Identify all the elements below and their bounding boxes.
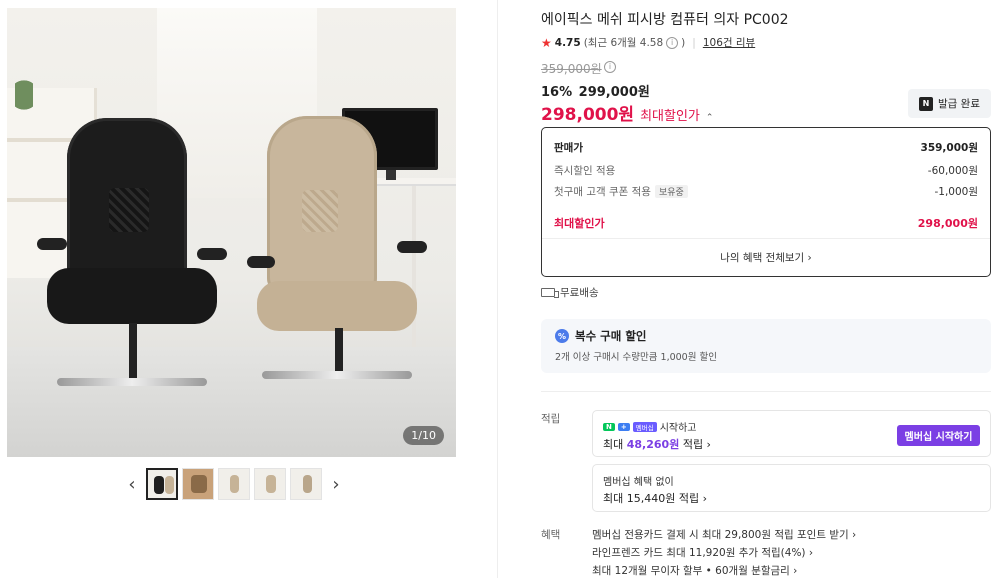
membership-badge: 멤버십 [632,421,657,432]
breakdown-row-sale-price: 판매가 359,000원 [554,142,978,154]
beige-chair [247,116,437,396]
thumbnail-strip: ‹ › [122,468,346,500]
thumbnail-3[interactable] [218,468,250,500]
discount-price-line: 16% 299,000원 [541,81,650,100]
main-product-image[interactable]: 1/10 [7,8,456,457]
breakdown-row-max-discount: 최대할인가 298,000원 [554,217,978,230]
final-price-label: 최대할인가 [640,109,700,124]
final-price-line[interactable]: 298,000원 최대할인가 ⌃ [541,100,713,125]
points-label: 적립 [541,413,561,425]
truck-icon [541,288,559,298]
thumbnail-5[interactable] [290,468,322,500]
thumbnail-2[interactable] [182,468,214,500]
rating-summary: ★ 4.75 (최근 6개월 4.58 i ) | 106건 리뷰 [541,35,756,50]
start-membership-button[interactable]: 멤버십 시작하기 [897,425,980,446]
price-info-icon[interactable]: i [604,61,616,73]
points-card-basic[interactable]: 멤버십 혜택 없이 최대 15,440원 적립 › [592,464,991,512]
chevron-up-icon: ⌃ [705,113,714,123]
shipping-info: 무료배송 [541,285,599,300]
info-icon[interactable]: i [666,36,679,49]
breakdown-row-instant-discount: 즉시할인 적용 -60,000원 [554,165,978,177]
final-price: 298,000원 [541,105,635,125]
multi-buy-desc: 2개 이상 구매시 수량만큼 1,000원 할인 [555,352,717,363]
discount-price: 299,000원 [578,85,650,100]
product-info-panel: 에이픽스 메쉬 피시방 컴퓨터 의자 PC002 ★ 4.75 (최근 6개월 … [529,0,1000,578]
product-gallery: 1/10 ‹ › [0,0,498,578]
original-price: 359,000원 [541,62,602,76]
product-page: 1/10 ‹ › 에이픽스 메쉬 피시방 컴퓨터 의자 PC002 ★ 4.75… [0,0,1000,578]
benefit-item[interactable]: 최대 12개월 무이자 할부 • 60개월 분할금리 › [592,563,991,578]
benefits-list: 멤버십 전용카드 결제 시 최대 29,800원 적립 포인트 받기 › 라인프… [592,527,991,578]
benefit-item[interactable]: 멤버십 전용카드 결제 시 최대 29,800원 적립 포인트 받기 › [592,527,991,545]
benefits-label: 혜택 [541,529,561,541]
view-all-benefits-link[interactable]: 나의 혜택 전체보기 › [542,250,990,265]
percent-icon: % [555,329,569,343]
plant-decor [15,80,33,130]
star-icon: ★ [541,35,552,50]
shipping-label: 무료배송 [560,287,599,299]
thumb-prev-button[interactable]: ‹ [122,469,142,499]
discount-percent: 16% [541,85,573,100]
n-logo-icon: N [919,96,933,111]
coupon-issued-label: 발급 완료 [938,98,980,110]
chevron-left-icon: ‹ [128,473,136,495]
breakdown-row-first-coupon: 첫구매 고객 쿠폰 적용 보유중 -1,000원 [554,185,978,198]
image-counter: 1/10 [403,426,444,445]
membership-points-amount: 48,260원 [626,438,680,451]
points-card-membership[interactable]: N + 멤버십 시작하고 최대 48,260원 적립 › 멤버십 시작하기 [592,410,991,457]
benefit-item[interactable]: 라인프렌즈 카드 최대 11,920원 추가 적립(4%) › [592,545,991,563]
thumb-next-button[interactable]: › [326,469,346,499]
black-chair [37,118,227,398]
rating-recent: (최근 6개월 4.58 [583,37,664,49]
rating-score: 4.75 [554,36,581,49]
naver-n-badge: N [603,422,615,431]
basic-points-amount: 최대 15,440원 적립 › [603,492,707,505]
plus-badge: + [617,422,630,431]
review-count-link[interactable]: 106건 리뷰 [703,35,755,50]
product-title: 에이픽스 메쉬 피시방 컴퓨터 의자 PC002 [541,12,789,28]
owned-tag: 보유중 [654,185,688,198]
thumbnail-4[interactable] [254,468,286,500]
thumbnail-1[interactable] [146,468,178,500]
price-breakdown-box: 판매가 359,000원 즉시할인 적용 -60,000원 첫구매 고객 쿠폰 … [541,127,991,277]
multi-buy-discount: % 복수 구매 할인 2개 이상 구매시 수량만큼 1,000원 할인 [541,319,991,373]
chevron-right-icon: › [332,473,340,495]
coupon-issued-button[interactable]: N 발급 완료 [908,89,991,118]
multi-buy-title: 복수 구매 할인 [575,329,647,343]
